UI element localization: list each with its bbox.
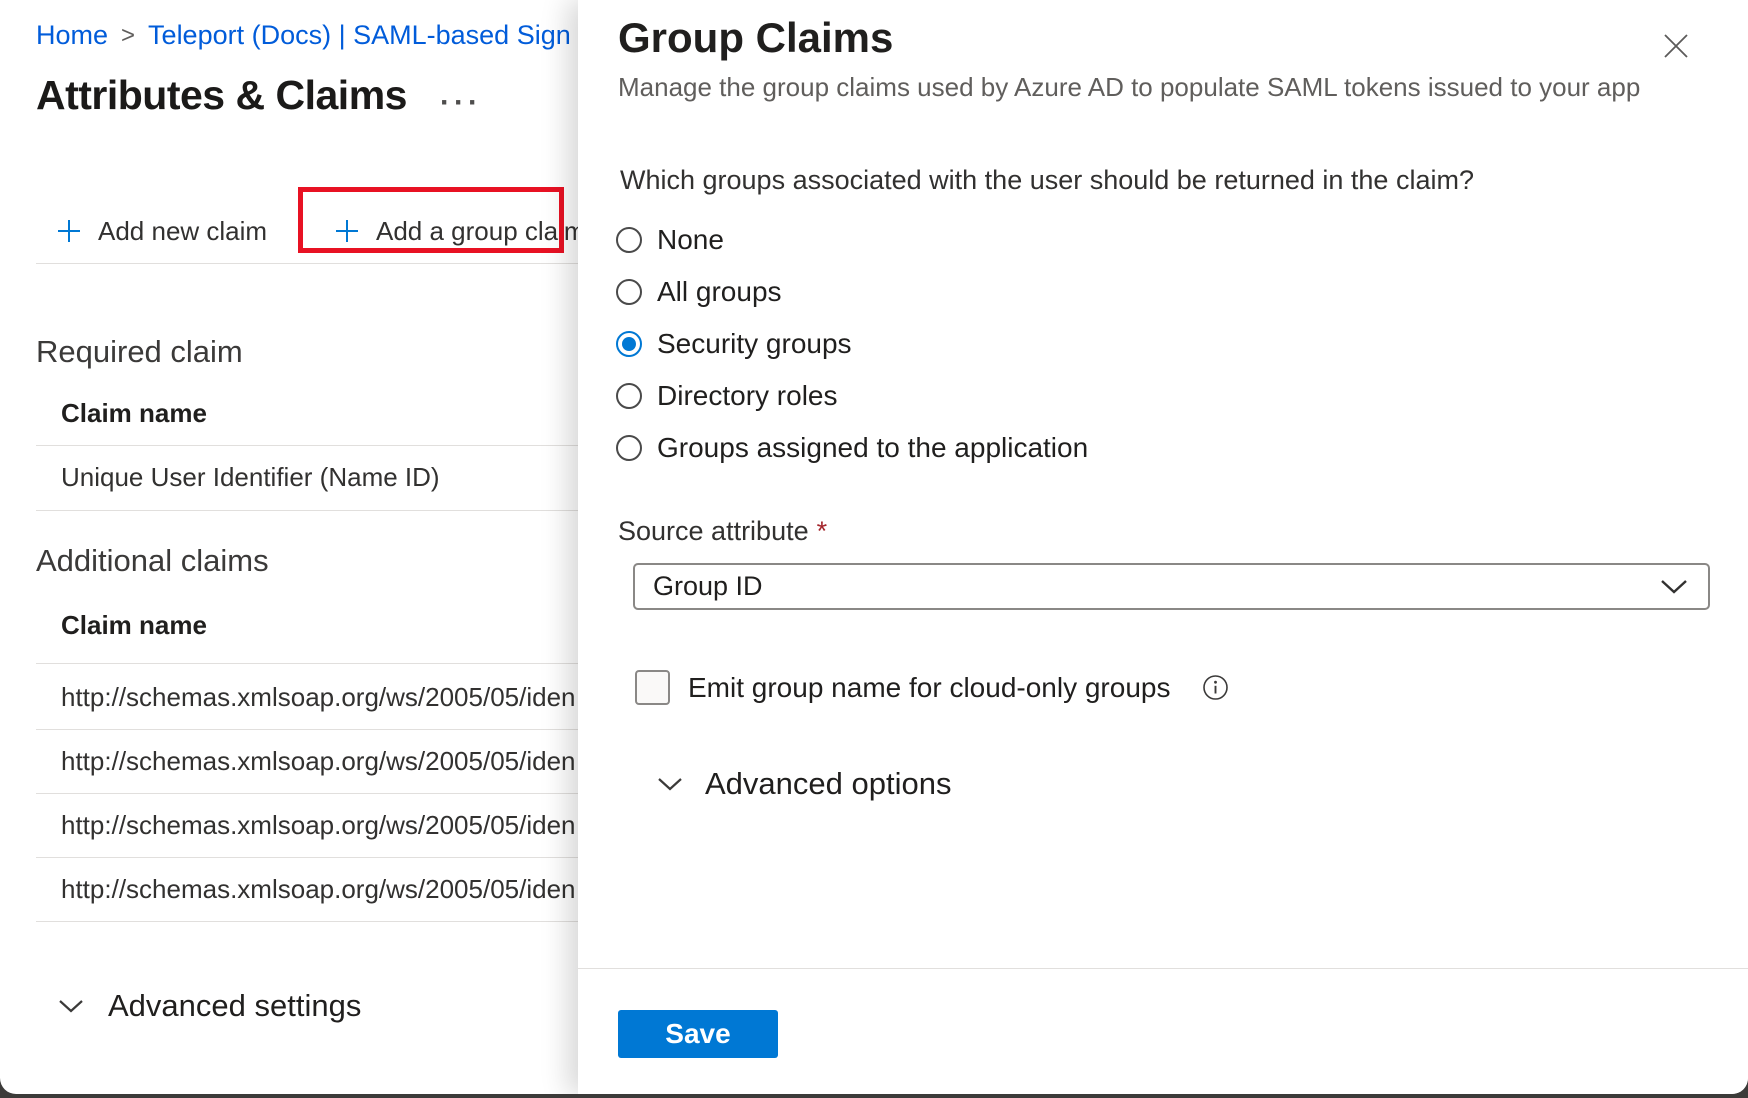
breadcrumb: Home>Teleport (Docs) | SAML-based Sign bbox=[36, 18, 571, 53]
panel-subtitle: Manage the group claims used by Azure AD… bbox=[618, 72, 1640, 103]
divider bbox=[36, 793, 578, 794]
required-claim-row[interactable]: Unique User Identifier (Name ID) bbox=[61, 462, 578, 493]
group-claims-question: Which groups associated with the user sh… bbox=[620, 165, 1474, 196]
radio-icon bbox=[616, 435, 642, 461]
advanced-settings-expander[interactable]: Advanced settings bbox=[58, 988, 361, 1024]
required-claim-heading: Required claim bbox=[36, 334, 243, 370]
radio-label: Security groups bbox=[657, 328, 852, 360]
required-claim-column-header: Claim name bbox=[61, 398, 207, 429]
radio-selected-icon bbox=[616, 331, 642, 357]
claim-row[interactable]: http://schemas.xmlsoap.org/ws/2005/05/id… bbox=[61, 874, 578, 905]
breadcrumb-home-link[interactable]: Home bbox=[36, 20, 108, 50]
radio-icon bbox=[616, 383, 642, 409]
required-marker: * bbox=[809, 516, 828, 546]
radio-option-all-groups[interactable]: All groups bbox=[616, 275, 782, 309]
chevron-down-icon bbox=[657, 777, 683, 792]
radio-option-groups-assigned[interactable]: Groups assigned to the application bbox=[616, 431, 1088, 465]
app-window: Home>Teleport (Docs) | SAML-based Sign A… bbox=[0, 0, 1748, 1094]
breadcrumb-current-link[interactable]: Teleport (Docs) | SAML-based Sign bbox=[148, 20, 571, 50]
additional-claims-heading: Additional claims bbox=[36, 543, 269, 579]
group-claims-panel: Group Claims Manage the group claims use… bbox=[578, 0, 1748, 1094]
advanced-options-label: Advanced options bbox=[705, 766, 951, 802]
source-attribute-select[interactable]: Group ID bbox=[633, 563, 1710, 610]
advanced-settings-label: Advanced settings bbox=[108, 988, 361, 1024]
emit-group-name-checkbox[interactable] bbox=[635, 670, 670, 705]
radio-label: Directory roles bbox=[657, 380, 837, 412]
radio-label: All groups bbox=[657, 276, 782, 308]
plus-icon bbox=[55, 217, 83, 245]
ellipsis-icon[interactable]: ··· bbox=[440, 86, 482, 120]
radio-option-security-groups[interactable]: Security groups bbox=[616, 327, 852, 361]
add-new-claim-label: Add new claim bbox=[98, 216, 267, 247]
chevron-right-icon: > bbox=[108, 22, 148, 49]
footer-divider bbox=[578, 968, 1748, 969]
radio-label: None bbox=[657, 224, 724, 256]
divider bbox=[36, 445, 578, 446]
add-new-claim-button[interactable]: Add new claim bbox=[55, 214, 267, 248]
claim-row[interactable]: http://schemas.xmlsoap.org/ws/2005/05/id… bbox=[61, 810, 578, 841]
radio-icon bbox=[616, 227, 642, 253]
radio-option-none[interactable]: None bbox=[616, 223, 724, 257]
chevron-down-icon bbox=[58, 999, 84, 1014]
emit-group-name-row: Emit group name for cloud-only groups bbox=[635, 670, 1229, 705]
source-attribute-value: Group ID bbox=[635, 571, 1660, 602]
close-panel-button[interactable] bbox=[1654, 24, 1698, 68]
radio-icon bbox=[616, 279, 642, 305]
close-icon bbox=[1662, 32, 1690, 60]
advanced-options-expander[interactable]: Advanced options bbox=[657, 766, 951, 802]
emit-group-name-label: Emit group name for cloud-only groups bbox=[688, 672, 1170, 704]
page-title: Attributes & Claims bbox=[36, 72, 407, 119]
additional-claims-column-header: Claim name bbox=[61, 610, 207, 641]
divider bbox=[36, 263, 578, 264]
divider bbox=[36, 663, 578, 664]
divider bbox=[36, 729, 578, 730]
radio-option-directory-roles[interactable]: Directory roles bbox=[616, 379, 837, 413]
panel-title: Group Claims bbox=[618, 14, 893, 62]
red-highlight-annotation bbox=[298, 187, 564, 253]
save-button[interactable]: Save bbox=[618, 1010, 778, 1058]
divider bbox=[36, 857, 578, 858]
source-attribute-label: Source attribute* bbox=[618, 516, 827, 547]
claim-row[interactable]: http://schemas.xmlsoap.org/ws/2005/05/id… bbox=[61, 682, 578, 713]
radio-label: Groups assigned to the application bbox=[657, 432, 1088, 464]
divider bbox=[36, 921, 578, 922]
info-icon[interactable] bbox=[1202, 674, 1229, 701]
divider bbox=[36, 510, 578, 511]
chevron-down-icon bbox=[1660, 579, 1708, 595]
claim-row[interactable]: http://schemas.xmlsoap.org/ws/2005/05/id… bbox=[61, 746, 578, 777]
